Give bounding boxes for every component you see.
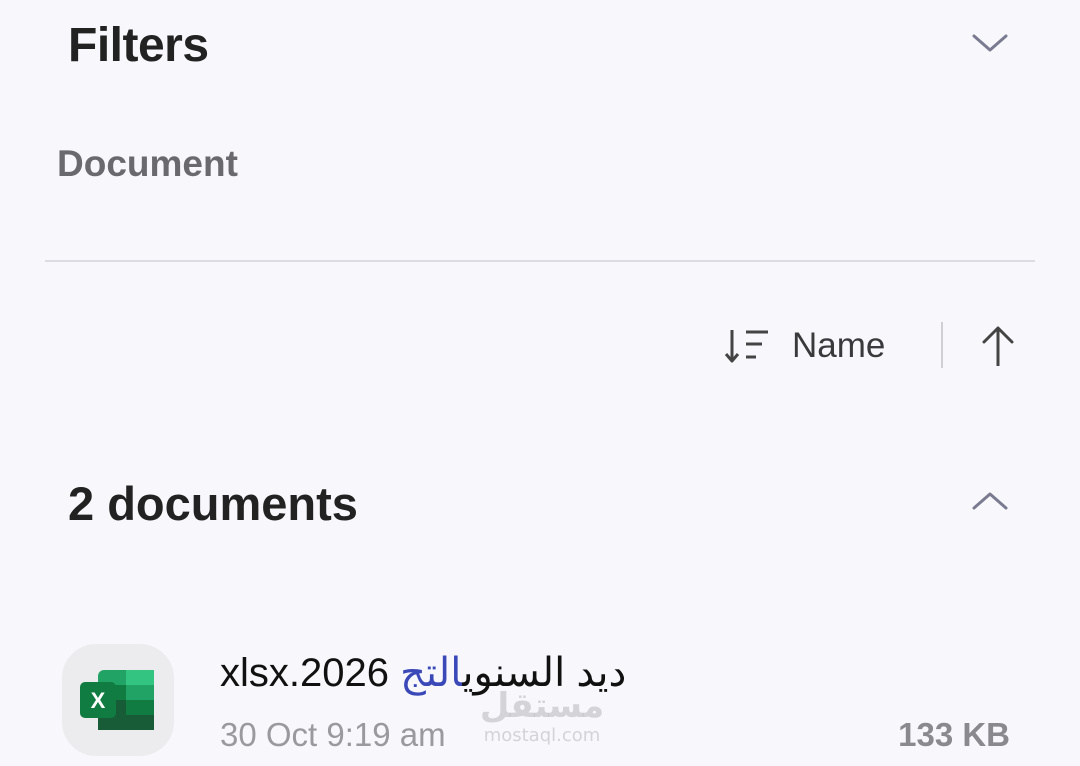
filters-title: Filters: [68, 19, 209, 72]
sort-label: Name: [792, 326, 886, 365]
file-name-middle: ديد السنوي: [462, 651, 627, 695]
file-name-prefix: xlsx.2026: [220, 651, 401, 695]
chevron-up-icon[interactable]: [966, 480, 1014, 520]
group-title: 2 documents: [68, 477, 358, 530]
arrow-up-icon[interactable]: [974, 320, 1022, 372]
divider: [45, 260, 1035, 262]
chevron-down-icon[interactable]: [966, 24, 1014, 64]
file-name-highlight: التج: [400, 651, 463, 695]
filter-chip-document[interactable]: Document: [57, 143, 238, 185]
sort-lines-icon: [722, 326, 772, 366]
sort-by-button[interactable]: Name: [722, 318, 885, 374]
file-size: 133 KB: [898, 716, 1010, 753]
sort-divider: [941, 322, 943, 368]
excel-icon: X: [62, 644, 174, 756]
file-name: xlsx.2026 ديد السنويالتج: [220, 650, 626, 696]
filters-screen: Filters Document Name 2 documents X xlsx…: [0, 0, 1080, 766]
file-date: 30 Oct 9:19 am: [220, 716, 446, 753]
svg-text:X: X: [91, 688, 106, 713]
file-list-item[interactable]: X xlsx.2026 ديد السنويالتج 30 Oct 9:19 a…: [0, 630, 1080, 766]
